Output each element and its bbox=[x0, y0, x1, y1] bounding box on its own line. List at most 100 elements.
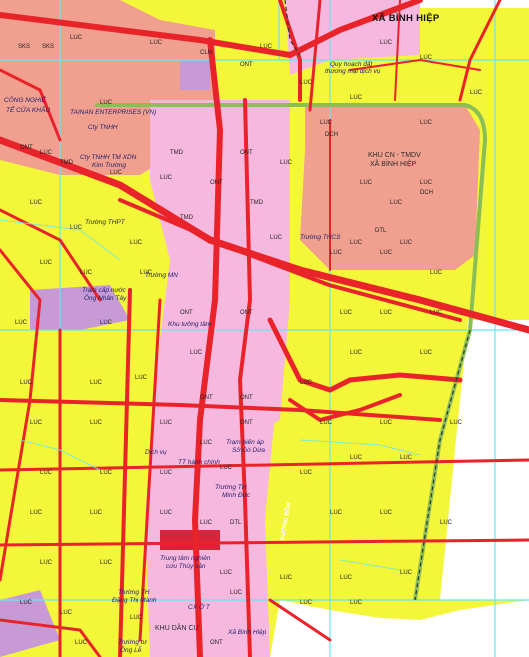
spiritual-area-label: Khu tưởng tâm bbox=[168, 321, 212, 328]
land-use-code: SKS bbox=[18, 44, 31, 50]
land-use-code: LUC bbox=[300, 80, 313, 86]
land-use-code: DCH bbox=[325, 132, 338, 138]
admin-center-label: TT hành chính bbox=[178, 459, 220, 466]
company-label: Cty TNHH bbox=[88, 124, 118, 131]
land-use-code: LUC bbox=[440, 520, 453, 526]
land-use-code: LUC bbox=[60, 610, 73, 616]
map-canvas bbox=[0, 0, 529, 657]
land-use-code: LUC bbox=[160, 175, 173, 181]
primary-school-sublabel: Minh Đức bbox=[222, 492, 250, 499]
land-use-code: LUC bbox=[100, 470, 113, 476]
land-use-code: TMD bbox=[250, 200, 263, 206]
land-use-code: LUC bbox=[200, 440, 213, 446]
land-use-code: LUC bbox=[100, 320, 113, 326]
land-use-code: LUC bbox=[30, 200, 43, 206]
land-use-code: LUC bbox=[280, 575, 293, 581]
land-use-code: LUC bbox=[30, 420, 43, 426]
land-use-code: LUC bbox=[220, 570, 233, 576]
land-use-code: DTL bbox=[230, 520, 242, 526]
border-gate-label: TẾ CỬA KHẨU bbox=[6, 107, 50, 114]
land-use-code: LUC bbox=[320, 120, 333, 126]
land-use-code: LUC bbox=[400, 240, 413, 246]
land-use-map[interactable]: XÃ BÌNH HIỆP KHU CN - TMDV XÃ BÌNH HIỆP … bbox=[0, 0, 529, 657]
industrial-zone-sublabel: XÃ BÌNH HIỆP bbox=[370, 161, 417, 168]
land-use-code: LUC bbox=[350, 455, 363, 461]
land-use-code: LUC bbox=[80, 270, 93, 276]
land-use-code: LUC bbox=[380, 420, 393, 426]
land-use-code: LUC bbox=[430, 270, 443, 276]
land-use-code: LUC bbox=[40, 470, 53, 476]
research-center-sublabel: cứu Thủy sản bbox=[166, 563, 206, 570]
primary-school-2-label: Trường TH bbox=[118, 589, 150, 596]
land-use-code: LUC bbox=[360, 180, 373, 186]
land-use-code: LUC bbox=[90, 510, 103, 516]
land-use-code: LUC bbox=[20, 380, 33, 386]
primary-school-label: Trường TH bbox=[215, 484, 247, 491]
land-use-code: LUC bbox=[260, 44, 273, 50]
land-use-code: LUC bbox=[420, 350, 433, 356]
land-use-code: ONT bbox=[240, 150, 253, 156]
land-use-code: CLN bbox=[200, 50, 213, 56]
land-use-code: LUC bbox=[320, 420, 333, 426]
region-label: XÃ BÌNH HIỆP bbox=[372, 13, 440, 24]
land-use-code: LUC bbox=[190, 350, 203, 356]
residential-label-cx: CX Ở T bbox=[188, 604, 210, 611]
land-use-code: LUC bbox=[430, 310, 443, 316]
land-use-code: LUC bbox=[140, 270, 153, 276]
land-use-code: TMD bbox=[60, 160, 73, 166]
land-use-code: LUC bbox=[380, 40, 393, 46]
land-use-code: LUC bbox=[450, 420, 463, 426]
land-use-code: LUC bbox=[380, 310, 393, 316]
research-center-label: Trung tâm nghiên bbox=[160, 555, 211, 562]
land-use-code: LUC bbox=[90, 420, 103, 426]
land-use-code: LUC bbox=[300, 600, 313, 606]
land-use-code: ONT bbox=[180, 310, 193, 316]
high-school-label: Trường THPT bbox=[85, 219, 125, 226]
land-use-code: LUC bbox=[220, 465, 233, 471]
land-use-code: LUC bbox=[40, 560, 53, 566]
land-use-code: LUC bbox=[380, 510, 393, 516]
land-use-code: LUC bbox=[470, 90, 483, 96]
land-use-code: LUC bbox=[390, 200, 403, 206]
land-use-code: LUC bbox=[300, 380, 313, 386]
land-use-code: ONT bbox=[200, 395, 213, 401]
land-use-code: LUC bbox=[110, 170, 123, 176]
land-use-code: ONT bbox=[240, 310, 253, 316]
land-use-code: TMD bbox=[180, 215, 193, 221]
private-school-sublabel: Ông Lễ bbox=[120, 647, 142, 654]
land-use-code: ONT bbox=[210, 180, 223, 186]
land-use-code: ONT bbox=[240, 62, 253, 68]
residential-area-label: KHU DÂN CƯ bbox=[155, 625, 200, 632]
land-use-code: LUC bbox=[420, 55, 433, 61]
land-use-code: LUC bbox=[350, 240, 363, 246]
land-use-code: LUC bbox=[100, 560, 113, 566]
land-use-code: LUC bbox=[270, 235, 283, 241]
land-use-code: LUC bbox=[350, 600, 363, 606]
land-use-code: LUC bbox=[300, 470, 313, 476]
land-use-code: LUC bbox=[70, 225, 83, 231]
tainan-label: TAINAN ENTERPRISES (VN) bbox=[70, 109, 157, 116]
company-label-3: Kim Trường bbox=[92, 162, 126, 169]
land-use-code: LUC bbox=[330, 510, 343, 516]
land-use-code: LUC bbox=[230, 590, 243, 596]
land-use-code: LUC bbox=[90, 380, 103, 386]
industrial-zone-label: KHU CN - TMDV bbox=[368, 152, 421, 159]
substation-label: Trạm biến áp bbox=[226, 439, 264, 446]
land-use-code: DTL bbox=[375, 228, 387, 234]
land-use-code: LUC bbox=[40, 260, 53, 266]
land-use-code: LUC bbox=[130, 240, 143, 246]
private-school-label: Trường tư bbox=[118, 639, 147, 646]
land-use-code: ONT bbox=[240, 395, 253, 401]
land-use-code: LUC bbox=[340, 310, 353, 316]
land-use-code: DCH bbox=[420, 190, 433, 196]
land-use-code: ONT bbox=[210, 640, 223, 646]
top-right-white bbox=[420, 0, 529, 8]
land-use-code: LUC bbox=[130, 615, 143, 621]
land-use-code: LUC bbox=[400, 570, 413, 576]
land-use-code: LUC bbox=[75, 640, 88, 646]
water-station-label: Trạm cấp nước bbox=[82, 287, 126, 294]
land-use-code: LUC bbox=[400, 455, 413, 461]
land-use-code: LUC bbox=[40, 150, 53, 156]
land-use-code: LUC bbox=[30, 510, 43, 516]
services-label: Dịch vụ bbox=[145, 449, 167, 456]
